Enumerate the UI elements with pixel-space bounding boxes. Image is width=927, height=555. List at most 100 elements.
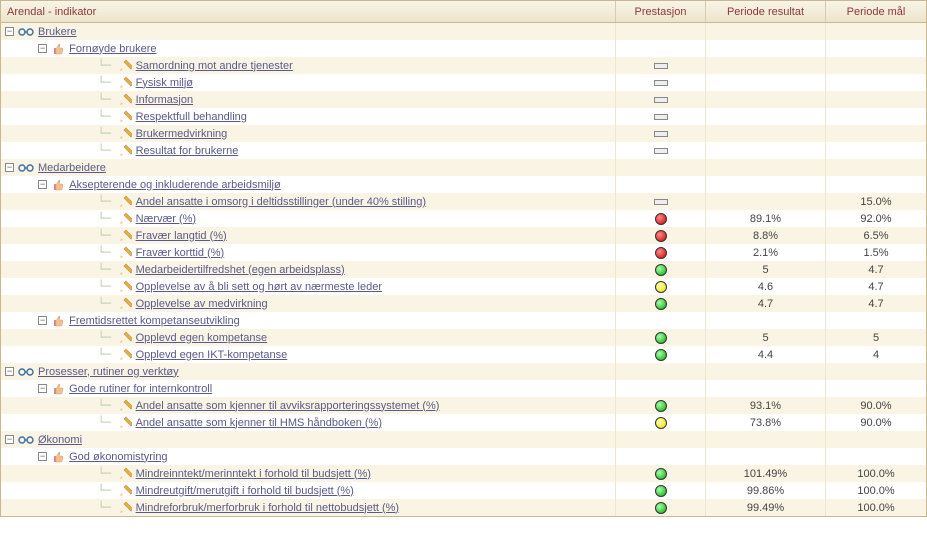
indicator-link[interactable]: Opplevd egen IKT-kompetanse <box>136 349 288 361</box>
indicator-link[interactable]: Økonomi <box>38 434 82 446</box>
indicator-link[interactable]: Aksepterende og inkluderende arbeidsmilj… <box>69 179 281 191</box>
result-cell: 99.49% <box>706 499 826 516</box>
table-row: └─ Respektfull behandling <box>1 108 926 125</box>
goal-cell <box>826 74 926 91</box>
indicator-link[interactable]: Respektfull behandling <box>136 111 247 123</box>
table-row: └─ Opplevd egen kompetanse55 <box>1 329 926 346</box>
status-empty-icon <box>654 131 668 137</box>
result-cell: 4.6 <box>706 278 826 295</box>
glasses-icon <box>18 27 34 37</box>
expand-toggle[interactable]: − <box>5 367 14 376</box>
indicator-link[interactable]: Nærvær (%) <box>136 213 197 225</box>
indicator-link[interactable]: Andel ansatte som kjenner til avviksrapp… <box>136 400 440 412</box>
indicator-link[interactable]: Fornøyde brukere <box>69 43 156 55</box>
thumb-up-icon <box>51 450 65 464</box>
status-green-icon <box>655 485 667 497</box>
goal-cell: 6.5% <box>826 227 926 244</box>
indicator-link[interactable]: Resultat for brukerne <box>136 145 239 157</box>
status-green-icon <box>655 468 667 480</box>
expand-toggle[interactable]: − <box>5 27 14 36</box>
status-empty-icon <box>654 148 668 154</box>
table-row: └─ Nærvær (%)89.1%92.0% <box>1 210 926 227</box>
indicator-link[interactable]: Fravær langtid (%) <box>136 230 227 242</box>
indicator-link[interactable]: God økonomistyring <box>69 451 167 463</box>
status-yellow-icon <box>655 417 667 429</box>
indicator-link[interactable]: Mindreinntekt/merinntekt i forhold til b… <box>136 468 371 480</box>
pencil-icon <box>118 195 132 209</box>
goal-cell: 15.0% <box>826 193 926 210</box>
indicator-link[interactable]: Brukermedvirkning <box>136 128 228 140</box>
prestasjon-cell <box>616 244 706 261</box>
expand-toggle[interactable]: − <box>5 435 14 444</box>
goal-cell: 1.5% <box>826 244 926 261</box>
indicator-cell: └─ Andel ansatte i omsorg i deltidsstill… <box>1 193 616 210</box>
status-green-icon <box>655 502 667 514</box>
indicator-link[interactable]: Medarbeidere <box>38 162 106 174</box>
table-header: Arendal - indikator Prestasjon Periode r… <box>1 1 926 23</box>
result-cell: 4.7 <box>706 295 826 312</box>
header-periode-resultat[interactable]: Periode resultat <box>706 1 826 22</box>
result-cell <box>706 40 826 57</box>
indicator-link[interactable]: Gode rutiner for internkontroll <box>69 383 212 395</box>
indicator-link[interactable]: Fremtidsrettet kompetanseutvikling <box>69 315 240 327</box>
thumb-up-icon <box>51 178 65 192</box>
expand-toggle[interactable]: − <box>5 163 14 172</box>
header-prestasjon[interactable]: Prestasjon <box>616 1 706 22</box>
result-cell <box>706 431 826 448</box>
indicator-cell: └─ Fravær korttid (%) <box>1 244 616 261</box>
indicator-cell: └─ Opplevd egen kompetanse <box>1 329 616 346</box>
prestasjon-cell <box>616 74 706 91</box>
expand-toggle[interactable]: − <box>38 316 47 325</box>
result-cell: 89.1% <box>706 210 826 227</box>
table-row: └─ Brukermedvirkning <box>1 125 926 142</box>
prestasjon-cell <box>616 227 706 244</box>
status-green-icon <box>655 332 667 344</box>
pencil-icon <box>118 263 132 277</box>
indicator-link[interactable]: Opplevelse av medvirkning <box>136 298 268 310</box>
indicator-link[interactable]: Fravær korttid (%) <box>136 247 225 259</box>
header-indicator[interactable]: Arendal - indikator <box>1 1 616 22</box>
pencil-icon <box>118 212 132 226</box>
indicator-link[interactable]: Brukere <box>38 26 77 38</box>
indicator-link[interactable]: Opplevd egen kompetanse <box>136 332 267 344</box>
prestasjon-cell <box>616 108 706 125</box>
prestasjon-cell <box>616 91 706 108</box>
table-row: └─ Fravær langtid (%)8.8%6.5% <box>1 227 926 244</box>
indicator-link[interactable]: Medarbeidertilfredshet (egen arbeidsplas… <box>136 264 345 276</box>
indicator-link[interactable]: Fysisk miljø <box>136 77 193 89</box>
expand-toggle[interactable]: − <box>38 384 47 393</box>
goal-cell: 92.0% <box>826 210 926 227</box>
pencil-icon <box>118 467 132 481</box>
indicator-link[interactable]: Prosesser, rutiner og verktøy <box>38 366 179 378</box>
table-row: └─ Andel ansatte i omsorg i deltidsstill… <box>1 193 926 210</box>
indicator-cell: └─ Andel ansatte som kjenner til avviksr… <box>1 397 616 414</box>
indicator-cell: − Økonomi <box>1 431 616 448</box>
pencil-icon <box>118 416 132 430</box>
indicator-cell: − Aksepterende og inkluderende arbeidsmil… <box>1 176 616 193</box>
status-green-icon <box>655 400 667 412</box>
indicator-cell: − Prosesser, rutiner og verktøy <box>1 363 616 380</box>
indicator-cell: └─ Brukermedvirkning <box>1 125 616 142</box>
prestasjon-cell <box>616 176 706 193</box>
prestasjon-cell <box>616 380 706 397</box>
indicator-link[interactable]: Opplevelse av å bli sett og hørt av nærm… <box>136 281 382 293</box>
table-row: − Brukere <box>1 23 926 40</box>
indicator-link[interactable]: Andel ansatte i omsorg i deltidsstilling… <box>136 196 426 208</box>
indicator-link[interactable]: Informasjon <box>136 94 193 106</box>
table-row: └─ Medarbeidertilfredshet (egen arbeidsp… <box>1 261 926 278</box>
result-cell <box>706 74 826 91</box>
table-row: − God økonomistyring <box>1 448 926 465</box>
expand-toggle[interactable]: − <box>38 44 47 53</box>
indicator-link[interactable]: Samordning mot andre tjenester <box>136 60 293 72</box>
indicator-link[interactable]: Mindreforbruk/merforbruk i forhold til n… <box>136 502 400 514</box>
header-periode-mal[interactable]: Periode mål <box>826 1 926 22</box>
result-cell <box>706 23 826 40</box>
result-cell: 99.86% <box>706 482 826 499</box>
indicator-link[interactable]: Andel ansatte som kjenner til HMS håndbo… <box>136 417 382 429</box>
table-row: − Medarbeidere <box>1 159 926 176</box>
table-row: − Aksepterende og inkluderende arbeidsmil… <box>1 176 926 193</box>
expand-toggle[interactable]: − <box>38 180 47 189</box>
expand-toggle[interactable]: − <box>38 452 47 461</box>
indicator-cell: └─ Resultat for brukerne <box>1 142 616 159</box>
indicator-link[interactable]: Mindreutgift/merutgift i forhold til bud… <box>136 485 354 497</box>
